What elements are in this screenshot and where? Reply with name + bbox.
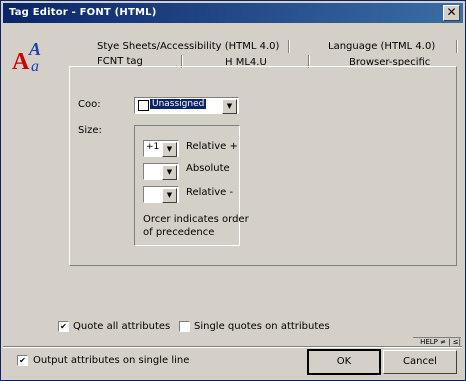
checkmark-icon: ✔ <box>19 356 26 365</box>
relative-plus-label: Relative + <box>186 141 238 152</box>
absolute-label: Absolute <box>186 163 230 174</box>
chevron-down-icon: ▼ <box>162 142 177 157</box>
output-single-line-checkbox[interactable]: ✔ <box>17 355 28 366</box>
window-title: Tag Editor - FONT (HTML) <box>9 7 157 18</box>
title-bar[interactable]: Tag Editor - FONT (HTML) ✕ <box>3 3 463 23</box>
cancel-button[interactable]: Cancel <box>383 350 457 374</box>
svg-text:a: a <box>31 58 39 75</box>
tab-divider <box>288 40 290 53</box>
chevron-down-icon: ▼ <box>222 99 237 114</box>
font-logo-icon: A A a <box>12 39 41 75</box>
relative-minus-select[interactable]: ▼ <box>143 186 179 203</box>
single-quotes-checkbox[interactable] <box>179 321 190 332</box>
absolute-select[interactable]: ▼ <box>143 163 179 180</box>
footer-divider <box>3 346 462 348</box>
tag-editor-dialog: Tag Editor - FONT (HTML) ✕ A A a Stye Sh… <box>0 0 466 381</box>
svg-text:A: A <box>28 39 41 59</box>
single-quotes-label: Single quotes on attributes <box>194 321 330 332</box>
color-swatch-box <box>138 100 149 111</box>
color-value: Unassigned <box>150 99 207 109</box>
close-icon: ✕ <box>446 5 457 19</box>
relative-plus-value: +1 <box>146 142 160 152</box>
ok-button[interactable]: OK <box>307 349 381 375</box>
svg-text:A: A <box>12 49 30 75</box>
close-button[interactable]: ✕ <box>443 5 460 21</box>
precedence-note-line2: of precedence <box>143 227 215 238</box>
color-select[interactable]: Unassigned ▼ <box>134 97 239 114</box>
output-single-line-label: Output attributes on single line <box>33 355 190 366</box>
color-label: Coo: <box>78 99 101 110</box>
size-label: Size: <box>78 125 102 136</box>
relative-plus-select[interactable]: +1 ▼ <box>143 140 179 157</box>
tab-style-sheets[interactable]: Stye Sheets/Accessibility (HTML 4.0) <box>97 41 279 52</box>
tab-divider <box>456 40 458 53</box>
quote-all-checkbox[interactable]: ✔ <box>58 321 69 332</box>
chevron-down-icon: ▼ <box>162 165 177 180</box>
tab-language[interactable]: Language (HTML 4.0) <box>328 41 435 52</box>
checkmark-icon: ✔ <box>60 322 67 331</box>
relative-minus-label: Relative - <box>186 187 234 198</box>
quote-all-label: Quote all attributes <box>73 321 171 332</box>
precedence-note-line1: Orcer indicates order <box>143 214 249 225</box>
chevron-down-icon: ▼ <box>162 188 177 203</box>
font-tag-panel <box>69 66 457 266</box>
